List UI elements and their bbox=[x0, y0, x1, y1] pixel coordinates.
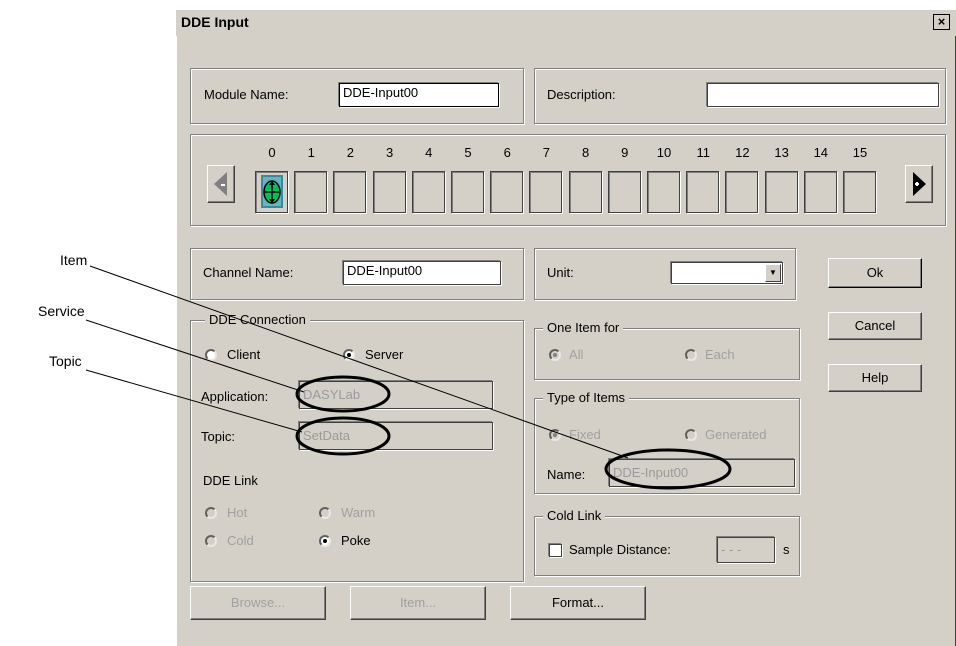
topic-callout-line bbox=[85, 369, 303, 433]
annotation-overlay bbox=[85, 265, 732, 490]
item-highlight-ellipse bbox=[604, 448, 732, 490]
topic-highlight-ellipse bbox=[295, 416, 391, 456]
service-highlight-ellipse bbox=[295, 375, 391, 413]
item-callout-line bbox=[89, 265, 629, 459]
